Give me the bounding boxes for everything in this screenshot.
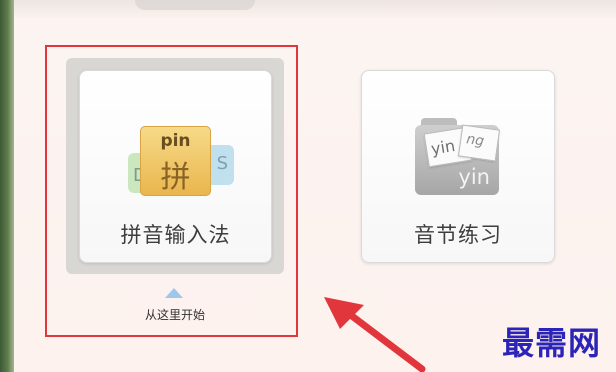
paper-text: yin [429, 136, 457, 159]
red-arrow-icon [324, 297, 426, 372]
background-edge [0, 0, 14, 372]
up-arrow-icon [165, 288, 183, 298]
top-shadow [14, 0, 616, 18]
folder-text: yin [458, 165, 490, 189]
paper-card: ng [457, 124, 501, 162]
watermark: 最需网 [502, 324, 602, 362]
start-hint: 从这里开始 [144, 308, 205, 322]
paper-text: ng [465, 131, 486, 150]
top-smudge [135, 0, 255, 10]
syllable-practice-label: 音节练习 [414, 223, 502, 247]
